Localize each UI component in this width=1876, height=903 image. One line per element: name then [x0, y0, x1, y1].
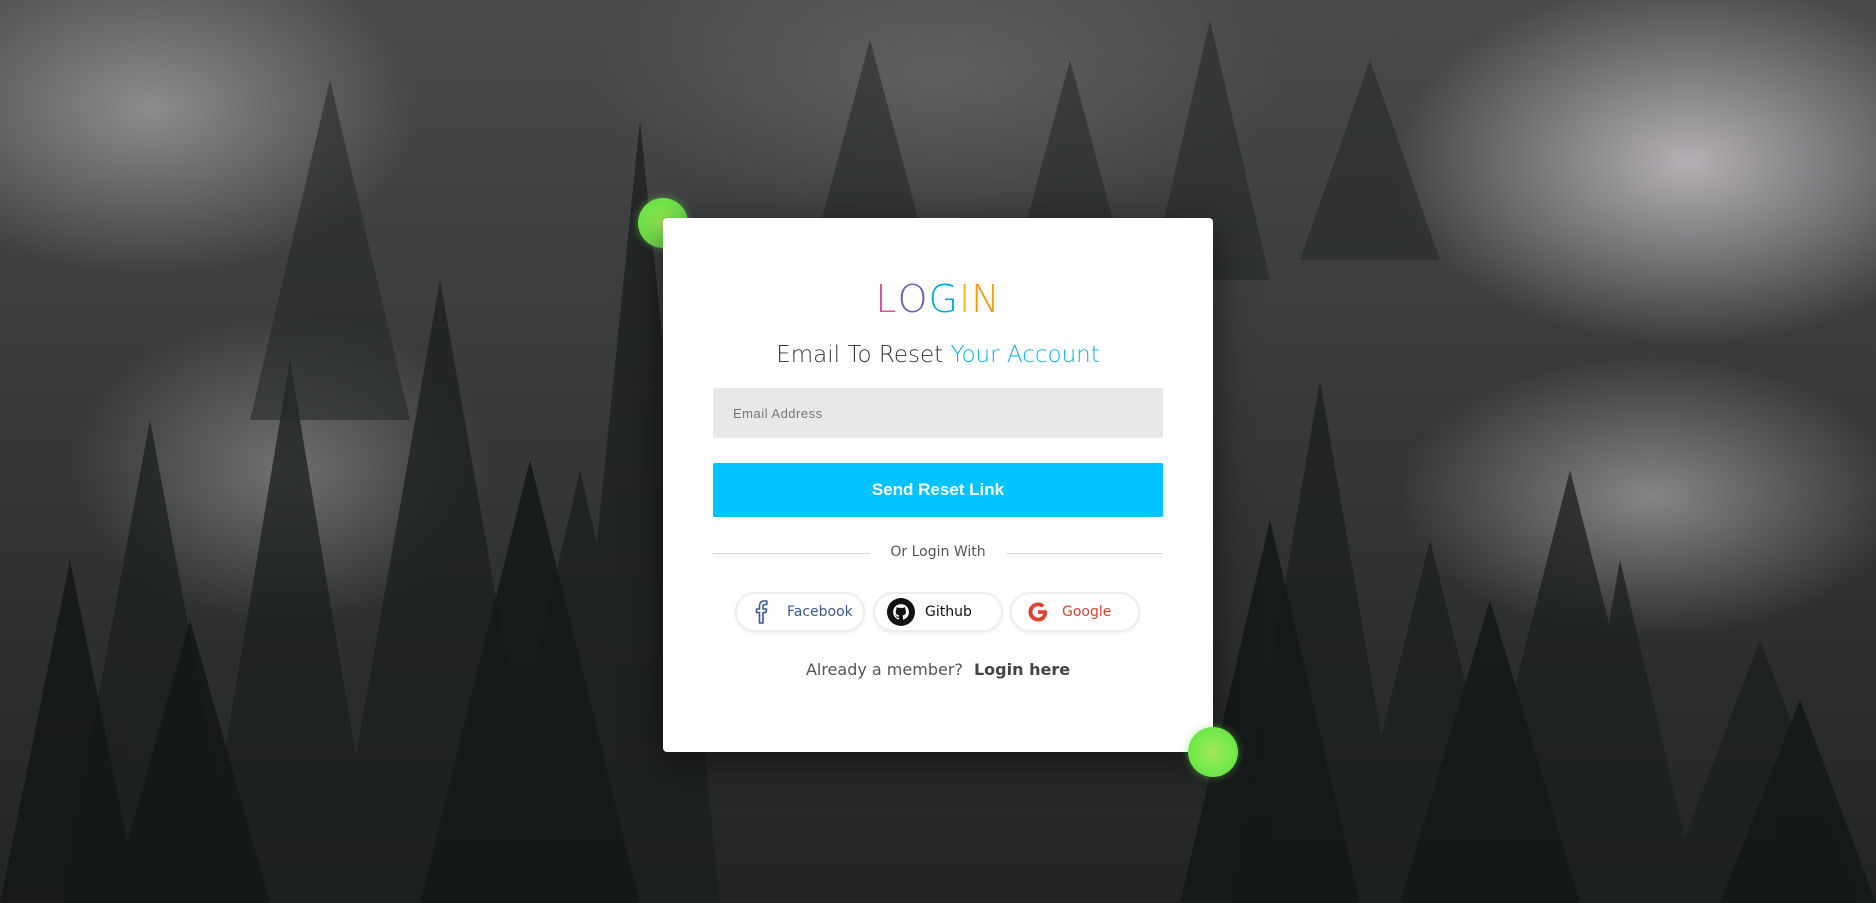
- social-login-group: Facebook Github Google: [735, 592, 1145, 634]
- member-prompt: Already a member? Login here: [663, 660, 1213, 679]
- google-login-button[interactable]: Google: [1010, 592, 1140, 632]
- decorative-dot-bottom-right: [1188, 727, 1238, 777]
- github-icon: [887, 598, 915, 626]
- google-label: Google: [1062, 604, 1112, 620]
- reset-card: LOGIN Email To Reset Your Account Send R…: [663, 218, 1213, 752]
- logo-letter-o: O: [897, 277, 929, 321]
- github-login-button[interactable]: Github: [873, 592, 1003, 632]
- google-icon: [1024, 598, 1052, 626]
- facebook-login-button[interactable]: Facebook: [735, 592, 865, 632]
- logo-letter-l: L: [875, 277, 898, 321]
- page-title-prefix: Email To Reset: [776, 342, 944, 368]
- logo-letter-i: I: [958, 277, 972, 321]
- github-label: Github: [925, 604, 972, 620]
- send-reset-link-button[interactable]: Send Reset Link: [713, 463, 1163, 517]
- facebook-label: Facebook: [787, 604, 853, 620]
- divider-label: Or Login With: [890, 544, 986, 560]
- or-login-with-divider: Or Login With: [713, 543, 1163, 563]
- page-title: Email To Reset Your Account: [663, 342, 1213, 368]
- email-field[interactable]: [713, 388, 1163, 438]
- divider-line-right: [1006, 553, 1163, 554]
- login-logo: LOGIN: [663, 280, 1213, 318]
- logo-letter-g: G: [928, 277, 959, 321]
- facebook-icon: [749, 598, 777, 626]
- page-title-accent: Your Account: [950, 342, 1100, 368]
- login-here-link[interactable]: Login here: [974, 660, 1070, 679]
- logo-letter-n: N: [971, 277, 1001, 321]
- member-prompt-text: Already a member?: [805, 660, 963, 679]
